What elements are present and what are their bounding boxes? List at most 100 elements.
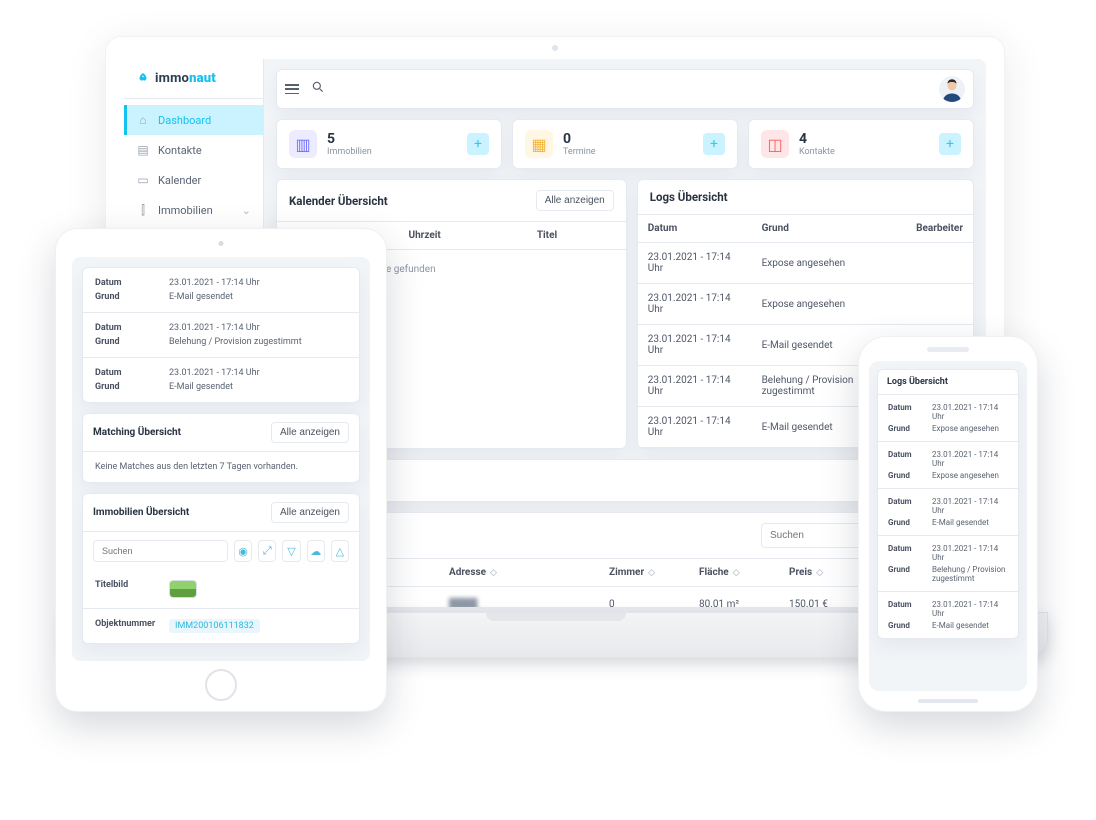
objektnummer-value[interactable]: IMM200106111832	[169, 619, 260, 633]
nav-label: Kalender	[158, 174, 201, 187]
col-flaeche[interactable]: Fläche◇	[699, 567, 779, 578]
list-item[interactable]: Datum23.01.2021 - 17:14 UhrGrundE-Mail g…	[83, 358, 359, 402]
filter-icon[interactable]: ▽	[282, 540, 300, 562]
building-icon: ▥	[289, 130, 317, 158]
col-zimmer[interactable]: Zimmer◇	[609, 567, 689, 578]
stat-label: Immobilien	[327, 147, 372, 157]
label-datum: Datum	[95, 278, 159, 288]
alle-anzeigen-button[interactable]: Alle anzeigen	[536, 190, 614, 211]
label-grund: Grund	[888, 621, 924, 630]
sort-icon: ◇	[648, 568, 655, 578]
cell-flaeche: 80.01 m²	[699, 599, 779, 608]
col-adresse[interactable]: Adresse◇	[449, 567, 599, 578]
value-datum: 23.01.2021 - 17:14 Uhr	[932, 403, 1008, 421]
nav-glyph-icon: ▤	[136, 143, 150, 157]
stat-cards: ▥5Immobilien+▦0Termine+◫4Kontakte+	[276, 119, 974, 169]
value-datum: 23.01.2021 - 17:14 Uhr	[932, 497, 1008, 515]
sidebar-item-dashboard[interactable]: ⌂ Dashboard	[124, 105, 263, 135]
cell-grund: Expose angesehen	[752, 284, 907, 325]
value-grund: E-Mail gesendet	[169, 382, 347, 392]
matching-title: Matching Übersicht	[93, 427, 181, 438]
label-grund: Grund	[888, 471, 924, 480]
col-uhrzeit: Uhrzeit	[398, 222, 526, 250]
topbar	[276, 69, 974, 109]
label-titelbild: Titelbild	[95, 580, 159, 598]
label-grund: Grund	[888, 565, 924, 583]
logs-title: Logs Übersicht	[650, 190, 728, 204]
col-preis[interactable]: Preis◇	[789, 567, 869, 578]
phone-logs-title: Logs Übersicht	[878, 370, 1018, 395]
nav-glyph-icon: ⫿	[136, 203, 150, 218]
thumbnail	[169, 580, 197, 598]
list-item[interactable]: Datum23.01.2021 - 17:14 UhrGrundExpose a…	[878, 442, 1018, 489]
phone-frame: Logs Übersicht Datum23.01.2021 - 17:14 U…	[858, 336, 1038, 712]
value-datum: 23.01.2021 - 17:14 Uhr	[932, 544, 1008, 562]
matching-empty: Keine Matches aus den letzten 7 Tagen vo…	[83, 452, 359, 482]
value-grund: Belehung / Provision zugestimmt	[932, 565, 1008, 583]
cell-datum: 23.01.2021 - 17:14 Uhr	[638, 407, 752, 448]
rocket-icon	[136, 72, 150, 86]
list-item[interactable]: Datum23.01.2021 - 17:14 UhrGrundBelehung…	[83, 313, 359, 358]
brand-name: immonaut	[155, 71, 216, 86]
label-datum: Datum	[95, 368, 159, 378]
tablet-matching-card: Matching Übersicht Alle anzeigen Keine M…	[82, 413, 360, 483]
kalender-title: Kalender Übersicht	[289, 194, 388, 208]
nav-label: Dashboard	[158, 114, 211, 127]
table-row[interactable]: 23.01.2021 - 17:14 UhrExpose angesehen	[638, 284, 973, 325]
cell-adresse: ████	[449, 599, 599, 608]
label-grund: Grund	[95, 337, 159, 347]
value-grund: E-Mail gesendet	[932, 518, 1008, 527]
col-grund: Grund	[752, 215, 907, 243]
label-grund: Grund	[95, 292, 159, 302]
add-button[interactable]: +	[703, 133, 725, 155]
stat-value: 0	[563, 131, 596, 147]
cell-grund: Expose angesehen	[752, 243, 907, 284]
sidebar-item-kalender[interactable]: ▭ Kalender	[124, 165, 263, 195]
list-item[interactable]: Datum23.01.2021 - 17:14 UhrGrundExpose a…	[878, 395, 1018, 442]
value-datum: 23.01.2021 - 17:14 Uhr	[169, 323, 347, 333]
value-grund: Belehung / Provision zugestimmt	[169, 337, 347, 347]
alle-anzeigen-button[interactable]: Alle anzeigen	[271, 502, 349, 523]
stat-kontakte: ◫4Kontakte+	[748, 119, 974, 169]
list-item[interactable]: Datum23.01.2021 - 17:14 UhrGrundE-Mail g…	[878, 489, 1018, 536]
nav-glyph-icon: ▭	[136, 173, 150, 187]
chevron-down-icon: ⌄	[242, 204, 251, 217]
sort-icon: ◇	[816, 568, 823, 578]
stat-value: 4	[799, 131, 835, 147]
value-datum: 23.01.2021 - 17:14 Uhr	[169, 278, 347, 288]
eye-icon[interactable]: ◉	[234, 540, 252, 562]
list-item[interactable]: Datum 23.01.2021 - 17:14 Uhr Grund Belehung…	[878, 536, 1018, 592]
label-grund: Grund	[888, 518, 924, 527]
label-grund: Grund	[888, 424, 924, 433]
add-button[interactable]: +	[467, 133, 489, 155]
nav-label: Kontakte	[158, 144, 202, 157]
avatar[interactable]	[939, 76, 965, 102]
tablet-search-input[interactable]	[93, 540, 228, 562]
tablet-frame: Datum 23.01.2021 - 17:14 Uhr Grund E-Mail g…	[55, 228, 387, 712]
label-objektnummer: Objektnummer	[95, 619, 159, 633]
warn-icon[interactable]: △	[331, 540, 349, 562]
sidebar-item-immobilien[interactable]: ⫿Immobilien⌄	[124, 195, 263, 226]
cloud-icon[interactable]: ☁	[307, 540, 325, 562]
label-datum: Datum	[888, 544, 924, 562]
search-icon[interactable]	[311, 80, 325, 98]
cell-preis: 150.01 €	[789, 599, 869, 608]
calendar-icon: ▦	[525, 130, 553, 158]
list-item[interactable]: Datum23.01.2021 - 17:14 UhrGrundE-Mail g…	[83, 268, 359, 313]
table-row[interactable]: 23.01.2021 - 17:14 UhrExpose angesehen	[638, 243, 973, 284]
sidebar-item-kontakte[interactable]: ▤ Kontakte	[124, 135, 263, 165]
add-button[interactable]: +	[939, 133, 961, 155]
value-grund: E-Mail gesendet	[932, 621, 1008, 630]
contact-icon: ◫	[761, 130, 789, 158]
value-datum: 23.01.2021 - 17:14 Uhr	[169, 368, 347, 378]
list-item[interactable]: Datum23.01.2021 - 17:14 UhrGrundE-Mail g…	[878, 592, 1018, 638]
label-datum: Datum	[888, 450, 924, 468]
nav-glyph-icon: ⌂	[136, 113, 150, 127]
stat-value: 5	[327, 131, 372, 147]
expand-icon[interactable]: ⤢	[258, 540, 276, 562]
stat-termine: ▦0Termine+	[512, 119, 738, 169]
brand: immonaut	[124, 59, 263, 99]
alle-anzeigen-button[interactable]: Alle anzeigen	[271, 422, 349, 443]
value-grund: Expose angesehen	[932, 471, 1008, 480]
menu-icon[interactable]	[285, 84, 299, 94]
